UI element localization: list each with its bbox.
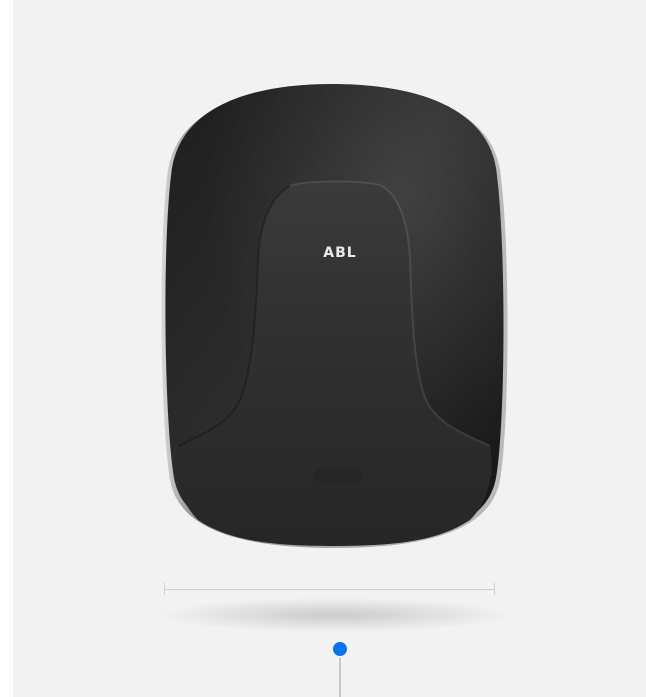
abl-logo: ABL <box>323 245 357 261</box>
wallbox-charger-image <box>161 84 508 548</box>
hotspot-marker[interactable] <box>333 642 347 656</box>
dimension-cap-right <box>494 583 495 595</box>
dimension-cap-left <box>164 583 165 595</box>
hotspot-stem-line <box>339 658 341 697</box>
floor-shadow <box>160 598 510 632</box>
rfid-reader-icon <box>313 468 363 484</box>
width-dimension-line <box>164 589 494 590</box>
